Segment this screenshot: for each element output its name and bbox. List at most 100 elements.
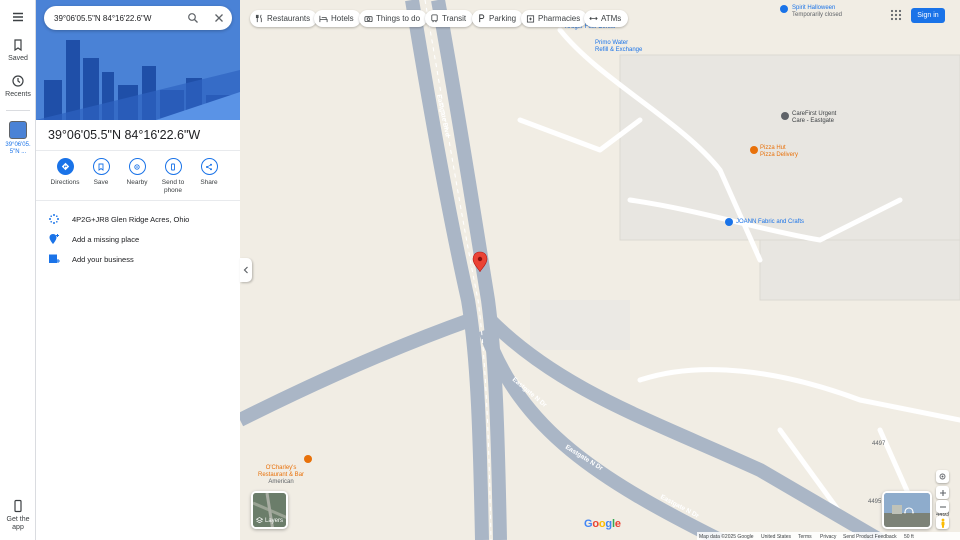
phone-icon (14, 499, 22, 513)
phone-icon (164, 158, 182, 175)
poi-name: Spirit Halloween (792, 5, 836, 11)
chip-label: Transit (442, 14, 467, 23)
add-business-icon (49, 254, 60, 263)
zoom-in-button[interactable] (936, 486, 949, 499)
add-business-row[interactable]: Add your business (48, 251, 238, 267)
chip-things-to-do[interactable]: Things to do (359, 10, 428, 27)
google-maps-window: 4497 4495 4493 Eastgate Blvd Eastgate N … (0, 0, 960, 540)
camera-icon (364, 16, 373, 23)
menu-button[interactable] (0, 10, 36, 27)
save-button[interactable]: Save (82, 158, 120, 187)
shopping-icon[interactable] (725, 218, 733, 226)
parking-icon (479, 14, 485, 23)
shopping-icon[interactable] (780, 5, 788, 13)
map-data-text: Map data ©2025 Google (699, 533, 754, 540)
panel-divider (36, 150, 240, 151)
layers-icon (256, 517, 263, 524)
send-to-phone-button[interactable]: Send to phone (154, 158, 192, 195)
street-view-thumbnail[interactable] (882, 491, 932, 529)
save-label: Save (93, 179, 109, 186)
rail-saved[interactable]: Saved (0, 38, 36, 62)
nearby-icon (128, 158, 146, 175)
poi-sub: Pizza Delivery (760, 152, 799, 158)
rail-recent-place[interactable]: 39°06'05.5"N ... (0, 121, 36, 156)
directions-label: Directions (50, 179, 80, 186)
poi-spirit-halloween[interactable]: Spirit Halloween Temporarily closed (792, 5, 842, 19)
minus-icon (939, 505, 946, 508)
add-missing-place-row[interactable]: Add a missing place (48, 231, 238, 247)
layers-button[interactable]: Layers (251, 491, 288, 529)
terms-link[interactable]: Terms (798, 534, 812, 540)
poi-name: Primo Water (595, 40, 629, 46)
country-link[interactable]: United States (761, 534, 791, 540)
poi-primo-water[interactable]: Primo Water Refill & Exchange (595, 40, 642, 54)
share-icon (200, 158, 218, 175)
feedback-link[interactable]: Send Product Feedback (843, 534, 897, 540)
layers-label: Layers (265, 517, 284, 524)
chip-label: Restaurants (267, 14, 311, 23)
menu-icon (13, 12, 23, 22)
poi-name: CareFirst Urgent (792, 111, 837, 117)
medical-icon[interactable] (781, 112, 789, 120)
recent-place-thumbnail (9, 121, 27, 139)
directions-button[interactable]: Directions (46, 158, 84, 187)
fork-knife-icon (255, 14, 262, 23)
chip-transit[interactable]: Transit (425, 10, 474, 27)
bookmark-icon (14, 39, 22, 52)
place-panel: 39°06'05.5"N 84°16'22.6"W Directions Sav… (36, 0, 240, 540)
poi-sub2: American (268, 479, 294, 485)
poi-name: O'Charley's (265, 465, 297, 471)
share-button[interactable]: Share (190, 158, 228, 187)
close-icon[interactable] (213, 12, 225, 24)
chip-label: Parking (489, 14, 517, 23)
privacy-link[interactable]: Privacy (820, 534, 836, 540)
search-box[interactable] (44, 6, 232, 30)
pegman-icon (941, 518, 944, 528)
panel-divider (36, 200, 240, 201)
chip-pharmacies[interactable]: Pharmacies (521, 10, 588, 27)
bookmark-icon (92, 158, 110, 175)
rotate-view-icon (904, 507, 914, 514)
plus-code-row[interactable]: 4P2G+JR8 Glen Ridge Acres, Ohio (48, 211, 238, 227)
chip-atms[interactable]: ATMs (584, 10, 629, 27)
send-to-phone-label: Send to phone (161, 179, 185, 194)
zoom-out-button[interactable] (936, 500, 949, 513)
bed-icon (319, 15, 328, 23)
pegman-button[interactable] (936, 516, 949, 529)
apps-grid-icon[interactable] (890, 9, 902, 21)
chip-hotels[interactable]: Hotels (314, 10, 361, 27)
scale-text[interactable]: 50 ft (904, 534, 914, 540)
chip-label: Hotels (331, 14, 354, 23)
poi-sub: Refill & Exchange (595, 47, 643, 53)
get-app-button[interactable]: Get the app (0, 499, 36, 532)
poi-pizza-hut[interactable]: Pizza Hut Pizza Delivery (760, 145, 798, 159)
collapse-panel-button[interactable] (240, 258, 252, 282)
poi-sub: Temporarily closed (792, 12, 843, 18)
map-footer: Map data ©2025 Google United States Term… (697, 532, 960, 540)
chip-parking[interactable]: Parking (472, 10, 524, 27)
chevron-left-icon (243, 266, 248, 274)
rail-saved-label: Saved (8, 55, 28, 62)
pharmacy-icon (526, 15, 535, 23)
poi-sub: Care - Eastgate (792, 118, 835, 124)
history-icon (12, 75, 24, 87)
rail-recents[interactable]: Recents (0, 74, 36, 98)
poi-name: Pizza Hut (760, 145, 786, 151)
sign-in-button[interactable]: Sign in (911, 8, 945, 23)
my-location-icon (939, 473, 946, 480)
add-business-text: Add your business (72, 254, 134, 264)
poi-joann-fabric[interactable]: JOANN Fabric and Crafts (736, 219, 804, 226)
google-wordmark: Google (584, 518, 621, 530)
search-input[interactable] (54, 10, 180, 26)
search-icon[interactable] (187, 12, 199, 24)
nearby-button[interactable]: Nearby (118, 158, 156, 187)
poi-carefirst-urgent-care[interactable]: CareFirst Urgent Care - Eastgate (792, 111, 836, 125)
restaurant-icon[interactable] (304, 455, 312, 463)
pizza-icon[interactable] (750, 146, 758, 154)
directions-icon (56, 158, 74, 175)
my-location-button[interactable] (936, 470, 949, 483)
poi-ocharleys[interactable]: O'Charley's Restaurant & Bar American (258, 465, 304, 486)
plus-code-icon (49, 214, 59, 224)
address-4495: 4495 (868, 499, 882, 505)
chip-restaurants[interactable]: Restaurants (250, 10, 318, 27)
